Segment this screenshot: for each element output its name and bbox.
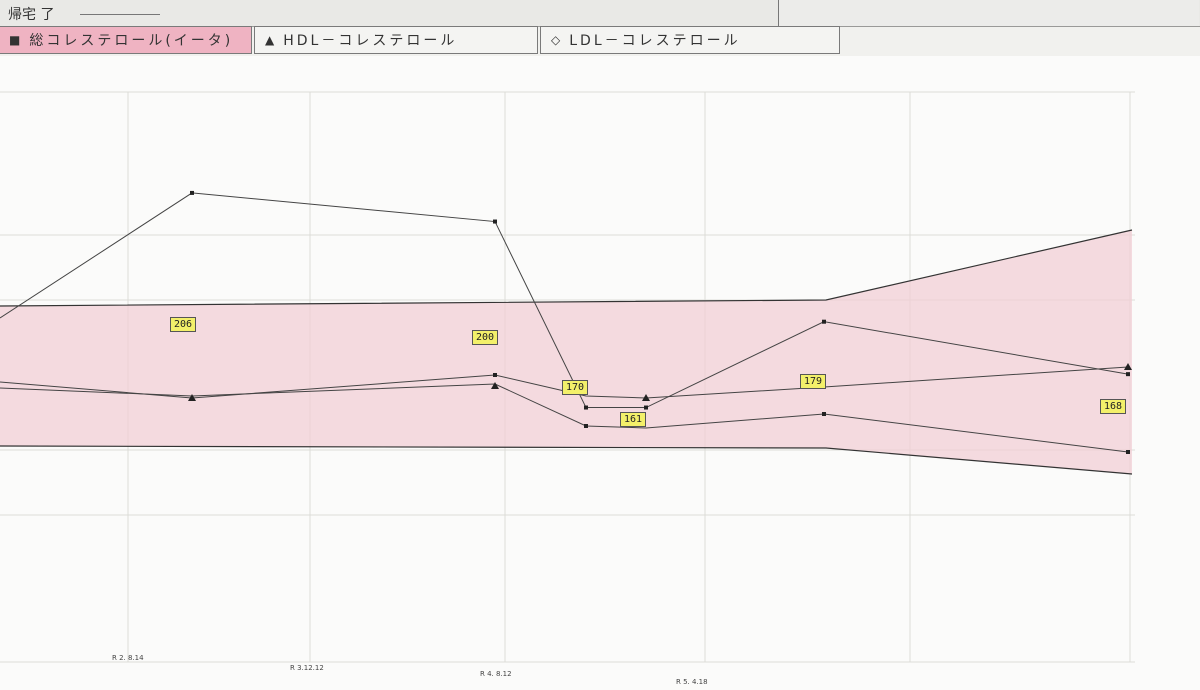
square-marker xyxy=(584,424,588,428)
square-marker xyxy=(1126,372,1130,377)
data-label: 161 xyxy=(620,412,647,427)
reference-range-band xyxy=(0,230,1132,474)
reference-band xyxy=(0,229,1133,475)
data-label: 168 xyxy=(1100,399,1127,414)
square-marker xyxy=(822,319,826,324)
x-tick-label: R 5. 4.18 xyxy=(676,678,708,686)
data-label: 170 xyxy=(562,380,589,395)
data-label: 206 xyxy=(170,317,197,332)
data-label: 179 xyxy=(800,374,827,389)
cholesterol-chart xyxy=(0,91,1135,663)
square-marker xyxy=(493,373,497,377)
x-tick-label: R 2. 8.14 xyxy=(112,654,144,662)
x-tick-label: R 4. 8.12 xyxy=(480,670,512,678)
data-label: 200 xyxy=(472,330,499,345)
square-marker xyxy=(493,219,497,224)
square-marker xyxy=(1126,450,1130,454)
square-marker xyxy=(584,405,588,410)
square-marker xyxy=(190,190,194,195)
square-marker xyxy=(822,412,826,416)
x-tick-label: R 3.12.12 xyxy=(290,664,324,672)
square-marker xyxy=(644,405,648,410)
